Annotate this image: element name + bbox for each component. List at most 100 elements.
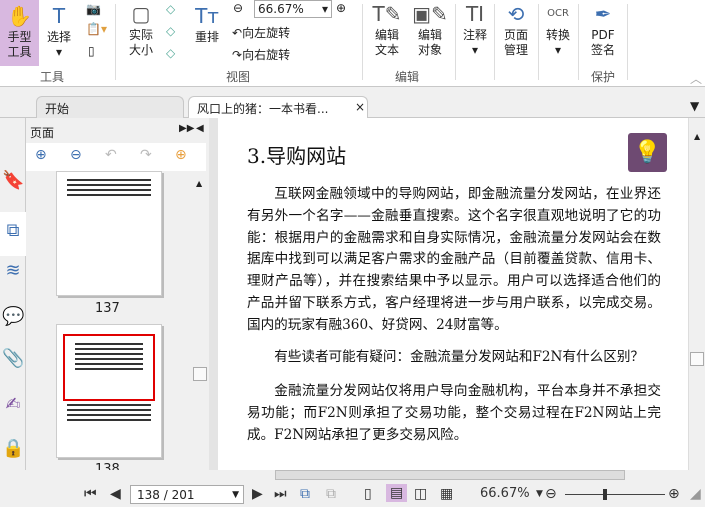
zoom-in-page-icon[interactable]: ⊕ (35, 147, 47, 163)
rotate-left-button[interactable]: ↶向左旋转 (232, 24, 290, 41)
clipboard-icon[interactable]: 📋▾ (86, 22, 107, 36)
divider (455, 4, 456, 80)
zoom-slider-handle[interactable] (603, 489, 607, 500)
tab-document[interactable]: 风口上的猪：一本书看... × (188, 96, 368, 119)
paragraph: 有些读者可能有疑问：金融流量分发网站和F2N有什么区别？ (274, 349, 645, 365)
rotate-right-button[interactable]: ↷向右旋转 (232, 46, 290, 63)
resize-grip-icon[interactable]: ◢ (690, 486, 701, 502)
hand-tool-button[interactable]: ✋ 手型 工具 (0, 0, 39, 66)
pdf-sign-label: PDF 签名 (590, 28, 615, 57)
zoom-readout[interactable]: 66.67% (480, 486, 530, 501)
close-icon[interactable]: × (355, 100, 365, 114)
continuous-page-icon[interactable]: ▤ (386, 484, 408, 502)
ribbon: ✋ 手型 工具 T 选择 ▾ 📷 📋▾ ▯ 工具 ▢ 实际 大小 ◇ ◇ ◇ Tт 重排 … (0, 0, 705, 87)
continuous-facing-icon[interactable]: ▦ (440, 486, 453, 502)
zoom-dropdown-icon[interactable]: ▼ (536, 489, 543, 499)
zoom-in-icon[interactable]: ⊕ (336, 1, 346, 15)
first-page-icon[interactable]: ⏮ (84, 486, 97, 502)
collapse-panel-icon[interactable]: ◀ (196, 123, 204, 134)
insert-page-icon[interactable]: ⊕ (175, 147, 187, 163)
zoom-in-icon[interactable]: ⊕ (668, 486, 680, 502)
attachment-icon[interactable]: 📎 (2, 348, 24, 374)
expand-panel-icon[interactable]: ▶▶ (179, 123, 194, 134)
select-button[interactable]: T 选择 ▾ (44, 4, 74, 60)
pdf-sign-button[interactable]: ✒ PDF 签名 (585, 2, 621, 58)
page-number-field[interactable]: 138 / 201 ▼ (130, 485, 244, 504)
page-manage-label: 页面 管理 (503, 28, 528, 57)
group-label-protect: 保护 (591, 70, 616, 84)
page-thumbnail-138[interactable] (56, 324, 162, 458)
tab-label: 风口上的猪：一本书看... (197, 102, 329, 116)
comment-icon: TI (465, 2, 485, 26)
select-label: 选择 (46, 30, 71, 44)
lightbulb-tip-button[interactable]: 💡 (628, 133, 667, 172)
side-icon-strip: 🔖 ⧉ ≋ 💬 📎 ✍ 🔒 (0, 118, 26, 482)
document-vertical-scrollbar[interactable]: ▲ (688, 118, 705, 470)
panel-scrollbar[interactable]: ▲ (192, 171, 208, 470)
lightbulb-icon: 💡 (633, 140, 662, 165)
next-page-icon[interactable]: ▶ (252, 486, 263, 502)
paragraph: 互联网金融领域中的导购网站，即金融流量分发网站，在业界还有另外一个名字——金融垂… (247, 186, 661, 333)
edit-object-button[interactable]: ▣✎ 编辑 对象 (412, 2, 448, 58)
hand-icon: ✋ (7, 4, 32, 28)
divider (115, 4, 116, 80)
divider (494, 4, 495, 80)
fit-page-icon[interactable]: ◇ (166, 2, 175, 16)
page-icon[interactable]: ▯ (88, 44, 95, 58)
zoom-out-icon[interactable]: ⊖ (545, 486, 557, 502)
comment-button[interactable]: TI 注释 ▾ (460, 2, 490, 58)
rotate-left-label: 向左旋转 (242, 26, 291, 40)
divider (538, 4, 539, 80)
convert-button[interactable]: OCR 转换 ▾ (543, 2, 573, 58)
rotate-left-page-icon[interactable]: ↶ (105, 147, 117, 163)
paragraph: 金融流量分发网站仅将用户导向金融机构，平台本身并不承担交易功能；而F2N则承担了… (247, 383, 661, 443)
zoom-combobox[interactable]: 66.67% ▾ (254, 0, 332, 18)
document-scroll-thumb[interactable] (690, 352, 704, 366)
previous-page-icon[interactable]: ◀ (110, 486, 121, 502)
single-page-icon[interactable]: ▯ (364, 486, 372, 502)
facing-page-icon[interactable]: ◫ (414, 486, 427, 502)
select-text-icon: T (52, 4, 66, 28)
zoom-slider[interactable] (565, 489, 665, 500)
horizontal-scroll-thumb[interactable] (275, 470, 625, 480)
comment-label: 注释 (462, 28, 487, 42)
fit-width-icon[interactable]: ◇ (166, 24, 175, 38)
panel-splitter[interactable] (209, 118, 218, 470)
snapshot-icon[interactable]: 📷 (86, 2, 101, 16)
group-label-view: 视图 (226, 70, 251, 84)
rotate-right-page-icon[interactable]: ↷ (140, 147, 152, 163)
zoom-out-icon[interactable]: ⊖ (233, 1, 243, 15)
horizontal-scrollbar[interactable] (0, 470, 705, 482)
status-bar: ⏮ ◀ 138 / 201 ▼ ▶ ⏭ ⧉ ⧉ ▯ ▤ ◫ ▦ 66.67% ▼ … (0, 482, 705, 507)
zoom-out-page-icon[interactable]: ⊖ (70, 147, 82, 163)
bookmark-icon[interactable]: 🔖 (2, 170, 24, 196)
reflow-button[interactable]: Tт 重排 (192, 4, 222, 45)
current-view-highlight (63, 334, 155, 401)
panel-scroll-thumb[interactable] (193, 367, 207, 381)
rotate-right-icon: ↷ (232, 48, 243, 62)
actual-size-label: 实际 大小 (128, 28, 153, 57)
previous-view-icon[interactable]: ⧉ (300, 486, 310, 502)
fit-visible-icon[interactable]: ◇ (166, 46, 175, 60)
panel-title: 页面 (30, 126, 55, 140)
tab-start[interactable]: 开始 (36, 96, 184, 118)
last-page-icon[interactable]: ⏭ (274, 486, 287, 502)
page-icon: ▢ (131, 2, 151, 26)
tab-label: 开始 (45, 102, 70, 116)
page-thumbnail-137[interactable] (56, 171, 162, 296)
edit-object-icon: ▣✎ (412, 2, 448, 26)
actual-size-button[interactable]: ▢ 实际 大小 (124, 2, 158, 58)
comments-icon[interactable]: 💬 (2, 306, 24, 332)
page-manage-button[interactable]: ⟲ 页面 管理 (498, 2, 534, 58)
lock-icon[interactable]: 🔒 (2, 438, 24, 464)
divider (362, 4, 363, 80)
pages-icon[interactable]: ⧉ (0, 212, 26, 256)
tab-list-chevron-icon[interactable]: ▼ (690, 99, 699, 113)
ocr-icon: OCR (547, 8, 569, 19)
signature-icon[interactable]: ✍ (2, 394, 24, 420)
collapse-ribbon-icon[interactable]: ︿ (690, 70, 702, 87)
layers-icon[interactable]: ≋ (2, 260, 24, 286)
zoom-value: 66.67% (258, 2, 304, 16)
next-view-icon[interactable]: ⧉ (326, 486, 336, 502)
edit-text-button[interactable]: T✎ 编辑 文本 (372, 2, 402, 58)
